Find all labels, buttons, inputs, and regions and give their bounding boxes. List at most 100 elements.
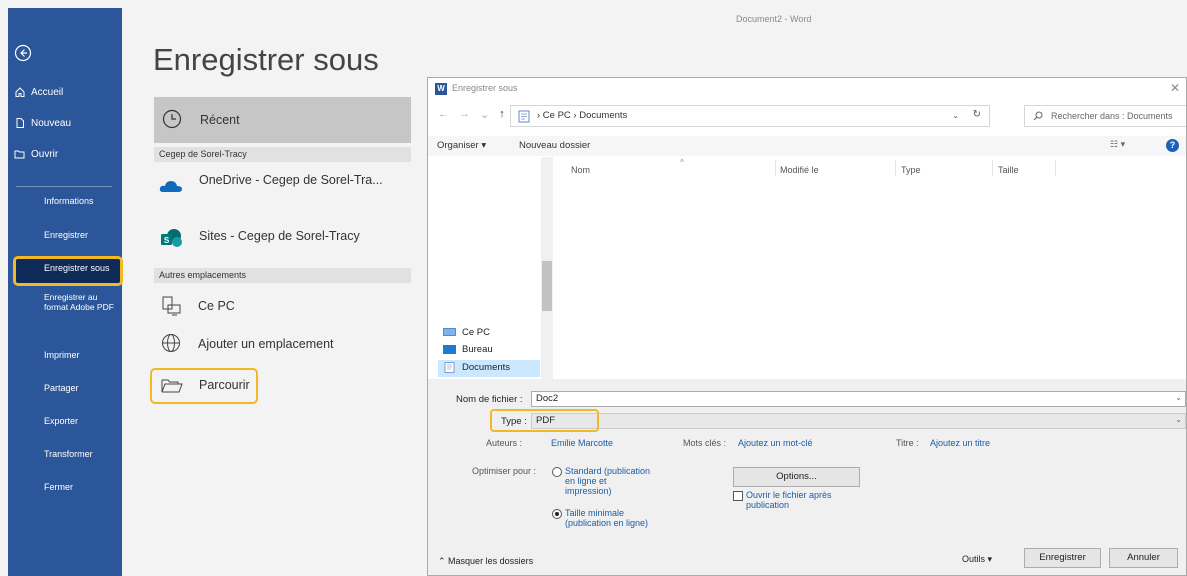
nav-export[interactable]: Exporter [44, 416, 78, 426]
dialog-toolbar: Organiser ▾ Nouveau dossier ☷ ▾ ? [428, 136, 1186, 156]
help-icon[interactable]: ? [1166, 139, 1179, 152]
tree-item-this-pc[interactable]: Ce PC [443, 327, 490, 338]
tree-label-this-pc: Ce PC [462, 327, 490, 338]
nav-new-label: Nouveau [31, 117, 72, 129]
this-pc-location[interactable]: Ce PC [198, 299, 235, 313]
radio-min-size[interactable] [552, 509, 562, 519]
backstage-nav: Accueil Nouveau Ouvrir Informations Enre… [8, 8, 123, 576]
up-arrow-icon[interactable]: ↑ [499, 108, 505, 121]
onedrive-icon [159, 181, 182, 192]
column-size[interactable]: Taille [998, 165, 1019, 175]
open-after-line: Ouvrir le fichier après [746, 490, 832, 500]
option-min-line: Taille minimale [565, 508, 625, 518]
browse-location[interactable]: Parcourir [199, 378, 250, 392]
recent-item[interactable] [154, 97, 411, 143]
nav-save[interactable]: Enregistrer [44, 230, 88, 240]
nav-close[interactable]: Fermer [44, 482, 73, 492]
column-separator [775, 160, 776, 176]
refresh-icon[interactable]: ↻ [973, 109, 981, 120]
column-separator [1055, 160, 1056, 176]
nav-print[interactable]: Imprimer [44, 350, 80, 360]
tools-label: Outils [962, 554, 986, 564]
radio-standard[interactable] [552, 467, 562, 477]
sharepoint-icon: S [161, 229, 182, 247]
column-name[interactable]: Nom [571, 165, 590, 175]
globe-add-icon [162, 334, 180, 352]
window-title: Document2 - Word [736, 14, 812, 24]
svg-text:S: S [164, 236, 170, 245]
column-separator [992, 160, 993, 176]
tree-scroll-thumb[interactable] [542, 261, 552, 311]
word-window: Document2 - Word Accueil Nouveau Ouvrir … [0, 0, 1187, 576]
column-type[interactable]: Type [901, 165, 921, 175]
tree-scrollbar[interactable] [541, 157, 553, 379]
column-separator [895, 160, 896, 176]
tree-label-documents: Documents [462, 362, 511, 373]
search-placeholder: Rechercher dans : Documents [1051, 111, 1173, 121]
option-standard-label[interactable]: Standard (publication en ligne et impres… [565, 466, 650, 496]
chevron-down-icon[interactable]: ⌄ [952, 111, 959, 120]
computer-icon [443, 328, 456, 336]
type-select[interactable]: PDF ⌄ [531, 413, 1186, 429]
tree-label-desktop: Bureau [462, 344, 493, 355]
forward-icon[interactable]: → [459, 108, 470, 121]
nav-informations[interactable]: Informations [44, 196, 94, 206]
nav-new[interactable]: Nouveau [14, 117, 71, 129]
open-after-checkbox[interactable] [733, 491, 743, 501]
back-icon[interactable]: ← [438, 108, 449, 121]
open-folder-icon [14, 150, 25, 159]
keywords-label: Mots clés : [683, 438, 727, 448]
save-button[interactable]: Enregistrer [1024, 548, 1101, 568]
section-other-locations: Autres emplacements [154, 268, 411, 283]
add-location[interactable]: Ajouter un emplacement [198, 337, 334, 351]
search-input[interactable]: Rechercher dans : Documents [1024, 105, 1186, 127]
option-min-line: (publication en ligne) [565, 518, 649, 528]
view-options-icon[interactable]: ☷ ▾ [1110, 139, 1125, 150]
home-icon [15, 87, 25, 97]
nav-share[interactable]: Partager [44, 383, 79, 393]
desktop-icon [443, 345, 456, 354]
column-modified[interactable]: Modifié le [780, 165, 819, 175]
new-folder-button[interactable]: Nouveau dossier [519, 140, 590, 151]
documents-folder-icon [518, 110, 530, 123]
option-standard-line: impression) [565, 486, 612, 496]
open-after-label[interactable]: Ouvrir le fichier après publication [746, 490, 832, 510]
option-min-size-label[interactable]: Taille minimale (publication en ligne) [565, 508, 648, 528]
close-icon[interactable]: ✕ [1170, 81, 1180, 95]
back-arrow-icon[interactable] [14, 44, 32, 62]
keywords-value[interactable]: Ajoutez un mot-clé [738, 438, 813, 448]
nav-open[interactable]: Ouvrir [14, 148, 58, 160]
chevron-up-icon: ⌃ [438, 556, 449, 566]
authors-value[interactable]: Emilie Marcotte [551, 438, 613, 448]
sites-location[interactable]: Sites - Cegep de Sorel-Tracy [199, 229, 360, 243]
tools-menu[interactable]: Outils ▾ [962, 554, 992, 565]
filename-value: Doc2 [536, 393, 559, 404]
breadcrumb[interactable]: › Ce PC › Documents [537, 110, 627, 121]
file-list[interactable] [555, 157, 1186, 379]
authors-label: Auteurs : [486, 438, 523, 448]
list-scrollbar[interactable] [1176, 157, 1186, 379]
cancel-button[interactable]: Annuler [1109, 548, 1178, 568]
chevron-down-icon[interactable]: ⌄ [1175, 415, 1182, 424]
nav-transform[interactable]: Transformer [44, 449, 93, 459]
navigation-arrows: ← → ⌄ ↑ [438, 108, 505, 121]
option-standard-line: en ligne et [565, 476, 607, 486]
nav-open-label: Ouvrir [31, 148, 59, 160]
address-bar[interactable]: › Ce PC › Documents ⌄ ↻ [510, 105, 990, 127]
options-button[interactable]: Options... [733, 467, 860, 487]
recent-locations-icon[interactable]: ⌄ [480, 108, 489, 121]
hide-folders-label: Masquer les dossiers [448, 556, 534, 566]
title-value[interactable]: Ajoutez un titre [930, 438, 990, 448]
onedrive-location[interactable]: OneDrive - Cegep de Sorel-Tra... [199, 173, 383, 187]
filename-field[interactable]: Doc2 ⌄ [531, 391, 1186, 407]
hide-folders-toggle[interactable]: ⌃ Masquer les dossiers [438, 556, 533, 567]
documents-icon [444, 362, 455, 373]
recent-label: Récent [200, 113, 240, 127]
organize-button[interactable]: Organiser ▾ [437, 140, 486, 151]
nav-save-as[interactable]: Enregistrer sous [44, 263, 110, 273]
chevron-down-icon[interactable]: ⌄ [1175, 393, 1182, 402]
tree-item-desktop[interactable]: Bureau [443, 344, 493, 355]
tree-item-documents[interactable]: Documents [443, 362, 510, 373]
nav-save-adobe-pdf[interactable]: Enregistrer au format Adobe PDF [44, 292, 114, 312]
nav-home[interactable]: Accueil [14, 86, 63, 98]
